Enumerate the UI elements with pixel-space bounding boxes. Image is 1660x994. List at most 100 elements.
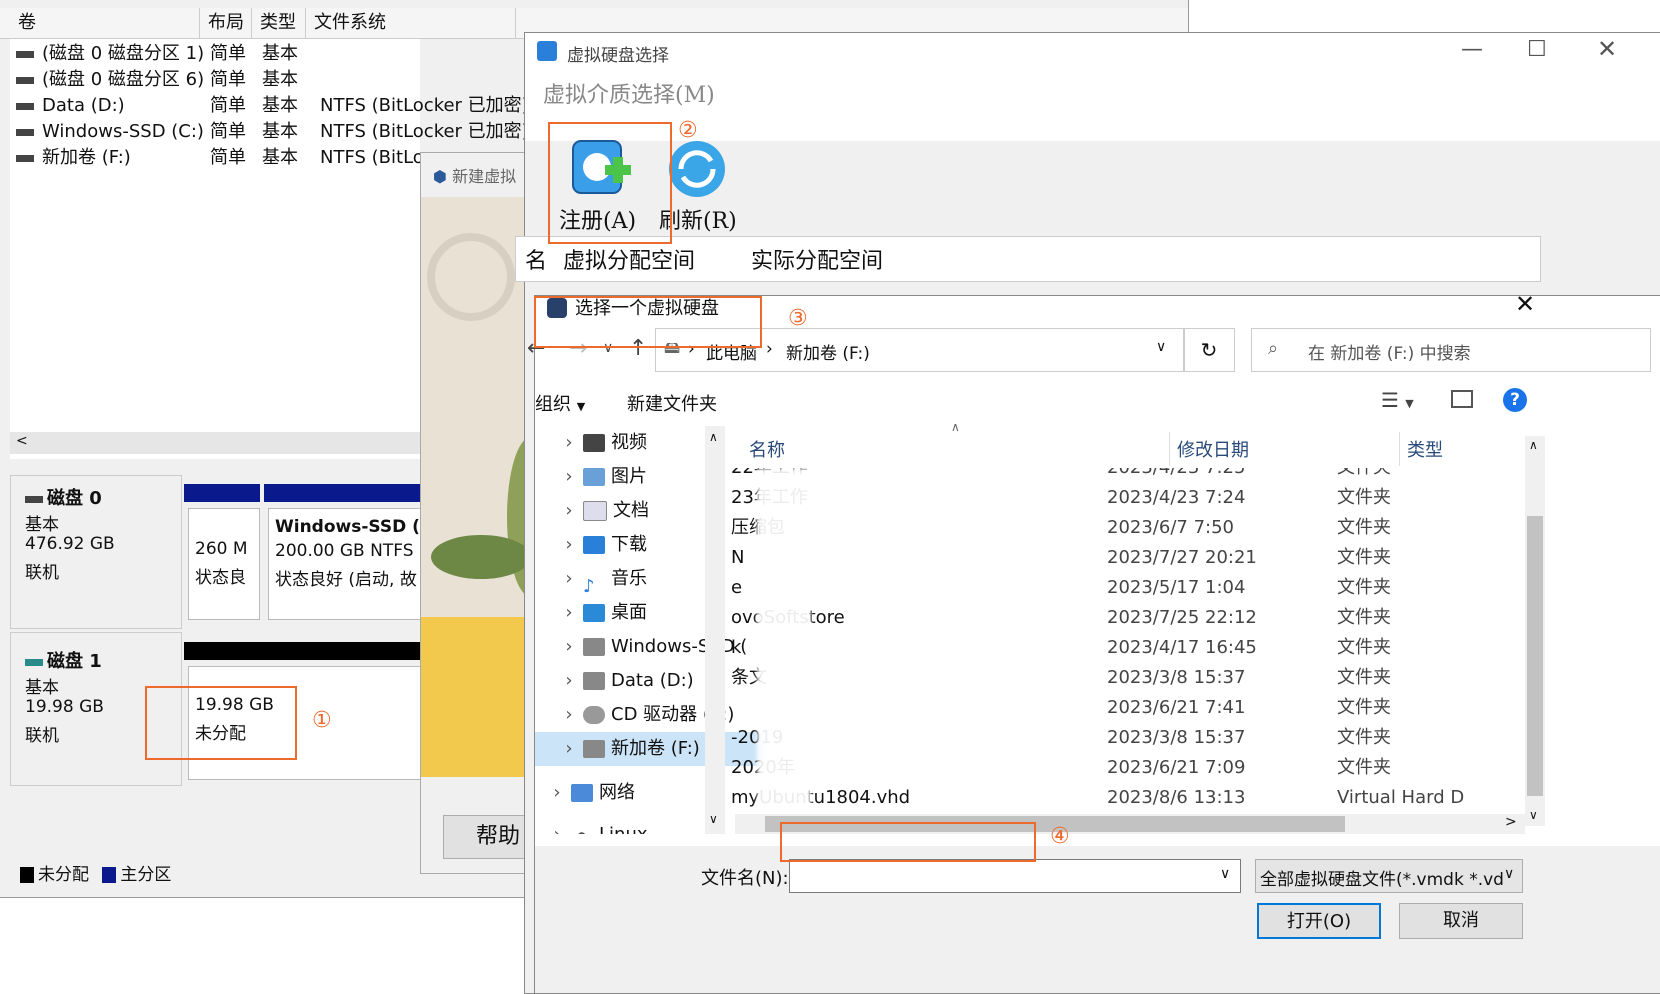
close-icon[interactable]: ✕ — [1515, 290, 1535, 318]
nav-linux[interactable]: ›🐧Linux — [543, 818, 647, 834]
video-icon — [583, 434, 605, 452]
nav-network[interactable]: › 网络 — [543, 776, 635, 810]
annotation-marker-2: ② — [678, 118, 698, 143]
col-type[interactable]: 类型 — [252, 8, 306, 38]
file-type-value: 全部虚拟硬盘文件(*.vmdk *.vd — [1260, 870, 1504, 890]
maximize-button[interactable]: ☐ — [1527, 37, 1547, 62]
refresh-button[interactable]: ↻ — [1183, 328, 1235, 372]
scroll-thumb[interactable] — [1527, 516, 1543, 796]
annotation-marker-3: ③ — [788, 306, 808, 331]
annotation-box-1 — [145, 686, 297, 760]
nav-downloads[interactable]: › 下载 — [555, 528, 647, 562]
col-date[interactable]: 修改日期 — [1177, 436, 1249, 462]
file-row[interactable]: 2020年2023/6/21 7:09文件夹 — [731, 752, 1487, 784]
organize-button[interactable]: 组织 ▼ — [535, 390, 585, 416]
refresh-icon — [669, 141, 725, 197]
col-name[interactable]: 名称 — [749, 436, 785, 462]
col-actual-size[interactable]: 实际分配空间 — [751, 243, 883, 275]
disk1-kind: 基本 — [25, 678, 59, 698]
col-virtual-size[interactable]: 虚拟分配空间 — [563, 243, 695, 275]
desktop-icon — [583, 604, 605, 622]
refresh-button[interactable]: 刷新(R) — [659, 131, 759, 239]
vbox-new-title: ⬢ 新建虚拟 — [433, 167, 517, 186]
disk0-state: 联机 — [25, 563, 59, 583]
annotation-marker-1: ① — [312, 708, 332, 733]
open-button[interactable]: 打开(O) — [1257, 903, 1381, 939]
disk1-name: 磁盘 1 — [47, 651, 102, 672]
search-input[interactable]: ⌕ 在 新加卷 (F:) 中搜索 — [1251, 328, 1651, 372]
file-type-filter[interactable]: 全部虚拟硬盘文件(*.vmdk *.vd ∨ — [1255, 859, 1523, 893]
minimize-button[interactable]: — — [1461, 37, 1483, 62]
file-row[interactable]: ovoSoftstore2023/7/25 22:12文件夹 — [731, 602, 1487, 634]
file-row[interactable]: 条文 2023/3/8 15:37 文件夹 — [731, 662, 1487, 694]
file-row[interactable]: 2023/6/21 7:41 文件夹 — [731, 692, 1487, 724]
picture-icon — [583, 468, 605, 486]
disk1-size: 19.98 GB — [25, 697, 104, 717]
view-options-icon[interactable]: ☰ ▼ — [1381, 388, 1414, 412]
disk1-state: 联机 — [25, 726, 59, 746]
new-folder-button[interactable]: 新建文件夹 — [627, 390, 717, 416]
annotation-box-2 — [548, 122, 672, 244]
col-divider — [1169, 432, 1170, 466]
chevron-down-icon[interactable]: ∨ — [1504, 866, 1515, 882]
preview-pane-icon[interactable] — [1451, 390, 1473, 408]
unallocated-bar — [184, 642, 420, 660]
col-name[interactable]: 名 — [525, 243, 547, 275]
nav-documents[interactable]: › 文档 — [555, 494, 649, 528]
cd-icon — [583, 706, 605, 724]
scroll-right-icon[interactable]: > — [1505, 814, 1517, 830]
chevron-down-icon[interactable]: ∨ — [1156, 339, 1166, 355]
chevron-down-icon[interactable]: ∨ — [1220, 866, 1230, 882]
partition-state: 状态良 — [195, 568, 246, 588]
vbox-icon: ⬢ — [433, 167, 447, 186]
partition-1[interactable]: 260 M 状态良 — [188, 508, 260, 620]
hd-title: 虚拟硬盘选择 — [567, 46, 669, 66]
annotation-box-3 — [534, 296, 762, 348]
partition-state: 状态良好 (启动, 故 — [275, 570, 417, 590]
legend: 未分配 主分区 — [10, 862, 430, 888]
legend-unallocated: 未分配 — [38, 865, 89, 885]
file-row[interactable]: 23年工作2023/4/23 7:24文件夹 — [731, 482, 1487, 514]
file-row[interactable]: 压缩包2023/6/7 7:50文件夹 — [731, 512, 1487, 544]
chevron-down-icon[interactable]: ∨ — [709, 812, 718, 826]
file-row[interactable]: k 2023/4/17 16:45 文件夹 — [731, 632, 1487, 664]
file-row[interactable]: N 2023/7/27 20:21 文件夹 — [731, 542, 1487, 574]
col-fs[interactable]: 文件系统 — [306, 8, 516, 38]
file-row[interactable]: e 2023/5/17 1:04 文件夹 — [731, 572, 1487, 604]
chevron-up-icon[interactable]: ∧ — [709, 430, 718, 444]
file-row-vhd[interactable]: myUbuntu1804.vhd 2023/8/6 13:13 Virtual Ha… — [731, 782, 1487, 814]
annotation-box-4 — [780, 822, 1036, 862]
breadcrumb-volume[interactable]: 新加卷 (F:) — [786, 339, 870, 364]
nav-scrollbar[interactable]: ∧ ∨ — [705, 426, 725, 834]
col-type[interactable]: 类型 — [1407, 436, 1443, 462]
col-layout[interactable]: 布局 — [200, 8, 252, 38]
nav-videos[interactable]: › 视频 — [555, 426, 647, 460]
nav-music[interactable]: › ♪ 音乐 — [555, 562, 647, 597]
chevron-down-icon[interactable]: ∨ — [1529, 808, 1538, 822]
nav-data-d[interactable]: › Data (D:) — [555, 664, 693, 698]
chevron-up-icon[interactable]: ∧ — [1529, 438, 1538, 452]
close-button[interactable]: ✕ — [1597, 35, 1617, 63]
document-icon — [583, 501, 607, 521]
file-list-scrollbar[interactable]: ∧ ∨ — [1525, 436, 1545, 826]
disk0-name: 磁盘 0 — [47, 488, 102, 509]
disk0-info[interactable]: 磁盘 0 基本 476.92 GB 联机 — [10, 475, 182, 629]
scroll-left-icon[interactable]: < — [16, 433, 28, 449]
filename-input[interactable]: ∨ — [789, 859, 1241, 893]
hd-app-icon — [537, 41, 557, 61]
file-row[interactable]: -20192023/3/8 15:37文件夹 — [731, 722, 1487, 754]
hd-titlebar — [525, 33, 1660, 69]
cancel-button[interactable]: 取消 — [1399, 903, 1523, 939]
nav-pictures[interactable]: › 图片 — [555, 460, 647, 494]
hd-subtitle: 虚拟介质选择(M) — [543, 83, 715, 108]
partition-windows-ssd[interactable]: Windows-SSD ( 200.00 GB NTFS ( 状态良好 (启动,… — [268, 508, 422, 620]
linux-icon: 🐧 — [571, 826, 593, 834]
help-icon[interactable]: ? — [1503, 388, 1527, 412]
blur-redaction — [757, 468, 811, 808]
partition-bar — [264, 484, 420, 502]
col-divider — [1399, 432, 1400, 466]
col-volume[interactable]: 卷 — [10, 8, 200, 38]
horizontal-scrollbar[interactable]: < — [10, 432, 420, 454]
nav-desktop[interactable]: › 桌面 — [555, 596, 647, 630]
download-icon — [583, 536, 605, 554]
